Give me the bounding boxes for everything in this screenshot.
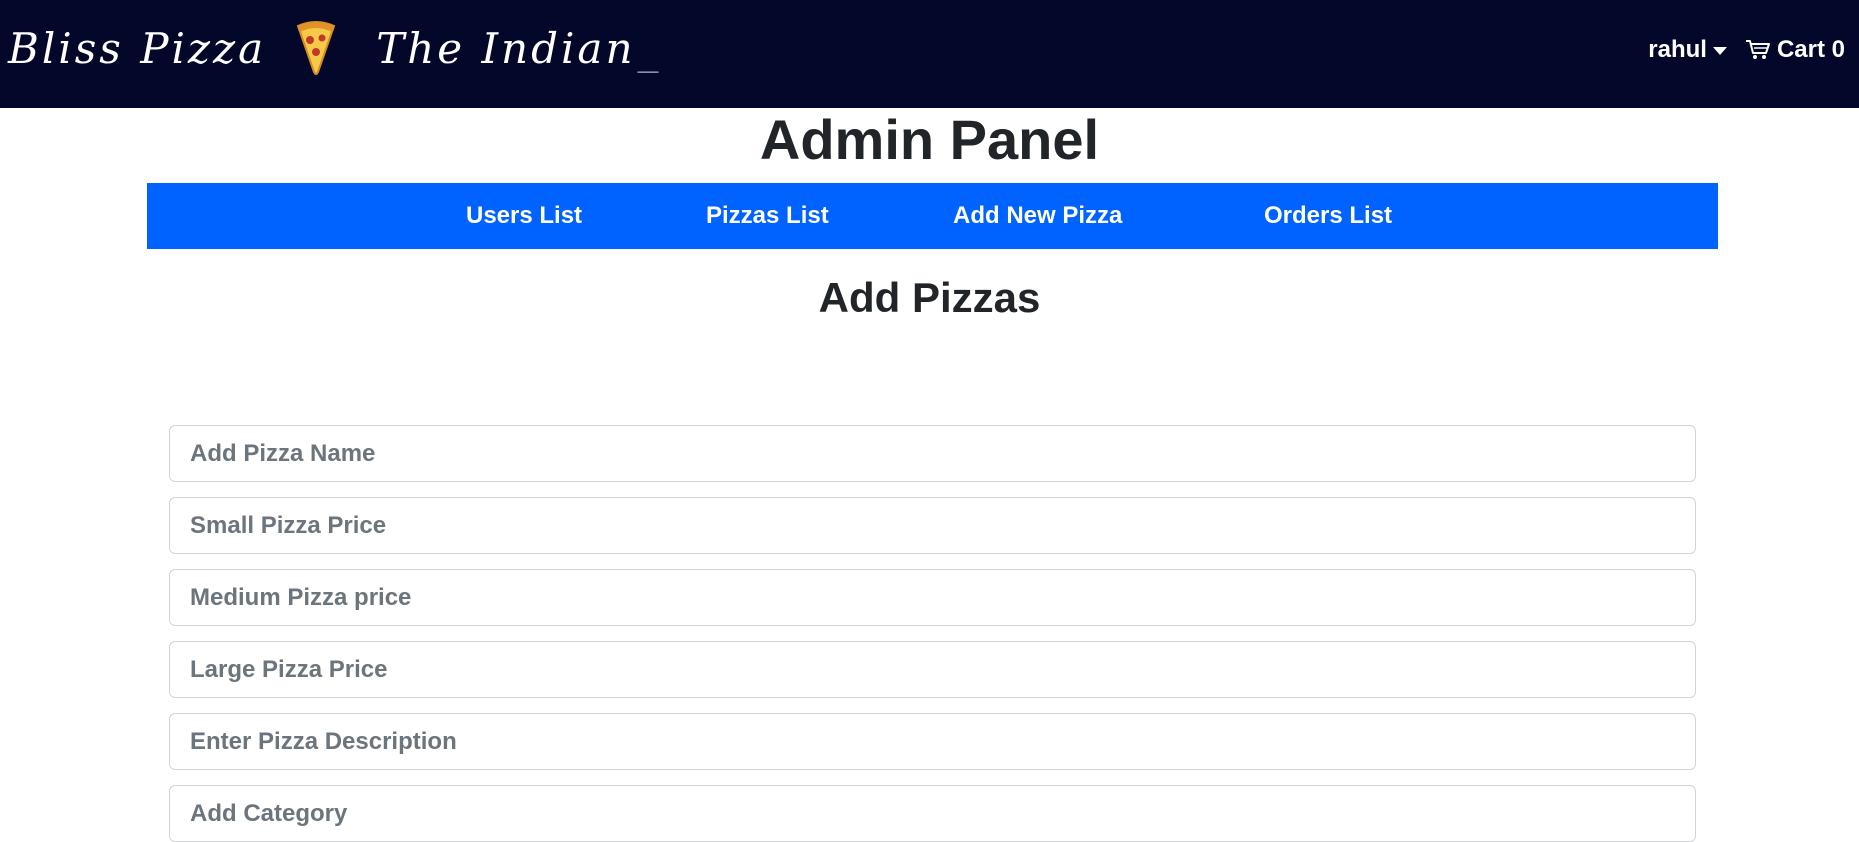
large-price-input[interactable] <box>169 641 1696 698</box>
admin-tabs: Users List Pizzas List Add New Pizza Ord… <box>147 183 1718 249</box>
tab-pizzas-list[interactable]: Pizzas List <box>706 183 829 249</box>
tab-users-list[interactable]: Users List <box>466 183 582 249</box>
category-input[interactable] <box>169 785 1696 842</box>
tab-add-new-pizza[interactable]: Add New Pizza <box>953 183 1122 249</box>
small-price-input[interactable] <box>169 497 1696 554</box>
navbar-right: rahul Cart 0 <box>1648 34 1845 66</box>
pizza-slice-icon <box>294 20 338 76</box>
cart-label: Cart 0 <box>1776 36 1845 63</box>
brand-cursor: _ <box>637 23 662 73</box>
medium-price-input[interactable] <box>169 569 1696 626</box>
shopping-cart-icon <box>1745 39 1771 61</box>
user-dropdown[interactable]: rahul <box>1648 36 1727 64</box>
top-navbar: Bliss Pizza The Indian _ rahul Cart 0 <box>0 0 1859 108</box>
cart-link[interactable]: Cart 0 <box>1745 36 1845 64</box>
user-name: rahul <box>1648 36 1707 63</box>
description-input[interactable] <box>169 713 1696 770</box>
brand-logo[interactable]: Bliss Pizza The Indian _ <box>8 18 662 78</box>
pizza-name-input[interactable] <box>169 425 1696 482</box>
chevron-down-icon <box>1712 47 1727 55</box>
brand-tagline: The Indian <box>376 23 636 73</box>
brand-name: Bliss Pizza <box>8 23 267 73</box>
tab-orders-list[interactable]: Orders List <box>1264 183 1392 249</box>
page-title: Admin Panel <box>759 108 1100 171</box>
section-title: Add Pizzas <box>818 274 1041 321</box>
